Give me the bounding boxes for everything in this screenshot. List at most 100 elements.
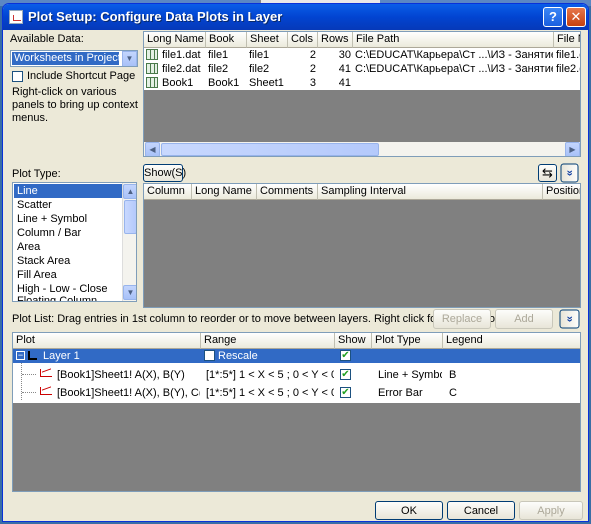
table-row[interactable]: file2.dat file2 file2 2 41 C:\EDUCAT\Кар… [144, 62, 580, 76]
vertical-scrollbar[interactable]: ▲ ▼ [122, 183, 136, 301]
include-shortcut-label: Include Shortcut Page [27, 70, 136, 82]
cell-cols: 3 [309, 77, 316, 89]
cell-file-path: C:\EDUCAT\Карьера\Ст ...\ИЗ - Занятие 3\ [355, 63, 553, 75]
list-item[interactable]: Stack Area [14, 254, 122, 268]
col-header-legend[interactable]: Legend [443, 333, 580, 349]
cell-cols: 2 [309, 63, 316, 75]
layer-icon [28, 351, 37, 360]
cell-file-n: file1.d [556, 49, 580, 61]
include-shortcut-checkbox[interactable] [12, 71, 23, 82]
window-title: Plot Setup: Configure Data Plots in Laye… [28, 9, 283, 24]
cell-file-path: C:\EDUCAT\Карьера\Ст ...\ИЗ - Занятие 3\ [355, 49, 553, 61]
tree-branch [22, 392, 36, 393]
plot-range: [1*:5*] 1 < X < 5 ; 0 < Y < 0,7 [206, 387, 334, 399]
scroll-down-icon[interactable]: ▼ [123, 285, 136, 300]
cell-sheet: file2 [249, 63, 270, 75]
plot-type-label: Plot Type: [12, 168, 61, 180]
scroll-right-icon[interactable]: ▶ [565, 142, 580, 156]
col-header-show[interactable]: Show [335, 333, 372, 349]
col-header-sheet[interactable]: Sheet [247, 32, 288, 48]
cell-sheet: Sheet1 [249, 77, 284, 89]
col-header-book[interactable]: Book [206, 32, 247, 48]
table-row[interactable]: Book1 Book1 Sheet1 3 41 [144, 76, 580, 90]
horizontal-scrollbar[interactable]: ◀ ▶ [144, 142, 580, 156]
col-header-cols[interactable]: Cols [288, 32, 318, 48]
col-header-sampling-interval[interactable]: Sampling Interval [318, 184, 543, 200]
replace-button[interactable]: Replace [433, 309, 491, 329]
col-header-plot-type[interactable]: Plot Type [372, 333, 443, 349]
collapse-icon[interactable]: − [16, 351, 25, 360]
available-data-label: Available Data: [10, 33, 84, 45]
scroll-thumb[interactable] [161, 143, 379, 156]
list-item[interactable]: Line + Symbol [14, 212, 122, 226]
list-item[interactable]: Scatter [14, 198, 122, 212]
list-item[interactable]: Area [14, 240, 122, 254]
plot-name: [Book1]Sheet1! A(X), B(Y), C(yEr) [57, 387, 200, 399]
layer-row[interactable]: − Layer 1 Rescale ✔ [13, 349, 580, 363]
rescale-checkbox[interactable] [204, 350, 215, 361]
list-item[interactable]: High - Low - Close [14, 282, 122, 296]
empty-table-area [144, 90, 580, 142]
available-data-dropdown[interactable]: Worksheets in Project ▼ [10, 50, 138, 67]
plot-type: Line + Symbol [378, 369, 442, 381]
col-header-column[interactable]: Column [144, 184, 192, 200]
cancel-button[interactable]: Cancel [447, 501, 515, 520]
scroll-up-icon[interactable]: ▲ [123, 184, 136, 199]
list-item[interactable]: Floating Column [14, 296, 122, 301]
plot-show-checkbox[interactable]: ✔ [340, 369, 351, 380]
ok-button[interactable]: OK [375, 501, 443, 520]
cell-rows: 41 [338, 77, 351, 89]
layer-name: Layer 1 [43, 350, 80, 362]
col-header-rows[interactable]: Rows [318, 32, 353, 48]
col-header-long-name[interactable]: Long Name [192, 184, 257, 200]
cell-book: Book1 [208, 77, 240, 89]
cell-long-name: file2.dat [162, 63, 201, 75]
show-button[interactable]: Show(S) [143, 164, 186, 182]
expand-plot-list-icon[interactable]: » [559, 309, 580, 329]
add-button[interactable]: Add [495, 309, 553, 329]
list-item[interactable]: Fill Area [14, 268, 122, 282]
line-plot-icon [40, 387, 52, 395]
expand-icon[interactable]: » [560, 163, 579, 183]
col-header-position[interactable]: Position [543, 184, 580, 200]
worksheet-icon [146, 77, 158, 88]
cell-sheet: file1 [249, 49, 270, 61]
col-header-file-n[interactable]: File N [554, 32, 580, 48]
swap-icon[interactable]: ⇆ [538, 164, 557, 182]
data-table: Long Name Book Sheet Cols Rows File Path… [143, 31, 581, 157]
table-row[interactable]: file1.dat file1 file1 2 30 C:\EDUCAT\Кар… [144, 48, 580, 62]
chevron-down-icon[interactable]: ▼ [122, 51, 137, 66]
scroll-left-icon[interactable]: ◀ [145, 142, 160, 156]
plot-legend: B [449, 369, 457, 381]
title-bar[interactable]: Plot Setup: Configure Data Plots in Laye… [3, 4, 588, 30]
list-item[interactable]: Column / Bar [14, 226, 122, 240]
rescale-label: Rescale [218, 350, 258, 362]
cell-rows: 41 [338, 63, 351, 75]
table-row[interactable]: [Book1]Sheet1! A(X), B(Y), C(yEr) [1*:5*… [13, 384, 580, 402]
col-header-file-path[interactable]: File Path [353, 32, 554, 48]
col-header-range[interactable]: Range [201, 333, 335, 349]
cell-rows: 30 [338, 49, 351, 61]
cell-book: file1 [208, 49, 229, 61]
worksheet-icon [146, 63, 158, 74]
plot-legend: C [449, 387, 457, 399]
help-button[interactable]: ? [543, 7, 563, 27]
col-header-long-name[interactable]: Long Name [144, 32, 206, 48]
col-header-comments[interactable]: Comments [257, 184, 318, 200]
plot-show-checkbox[interactable]: ✔ [340, 387, 351, 398]
plot-type: Error Bar [378, 387, 423, 399]
list-item[interactable]: Line [14, 184, 122, 198]
layer-show-checkbox[interactable]: ✔ [340, 350, 351, 361]
plot-name: [Book1]Sheet1! A(X), B(Y) [57, 369, 185, 381]
scroll-thumb[interactable] [124, 200, 136, 234]
plot-list-table: Plot Range Show Plot Type Legend − Layer… [12, 332, 581, 492]
cell-file-n: file2.d [556, 63, 580, 75]
col-header-plot[interactable]: Plot [13, 333, 201, 349]
plot-type-list[interactable]: Line Scatter Line + Symbol Column / Bar … [12, 182, 137, 302]
empty-column-area [144, 200, 580, 307]
apply-button[interactable]: Apply [519, 501, 583, 520]
close-button[interactable]: ✕ [566, 7, 586, 27]
worksheet-icon [146, 49, 158, 60]
line-plot-icon [40, 369, 52, 377]
table-row[interactable]: [Book1]Sheet1! A(X), B(Y) [1*:5*] 1 < X … [13, 366, 580, 384]
